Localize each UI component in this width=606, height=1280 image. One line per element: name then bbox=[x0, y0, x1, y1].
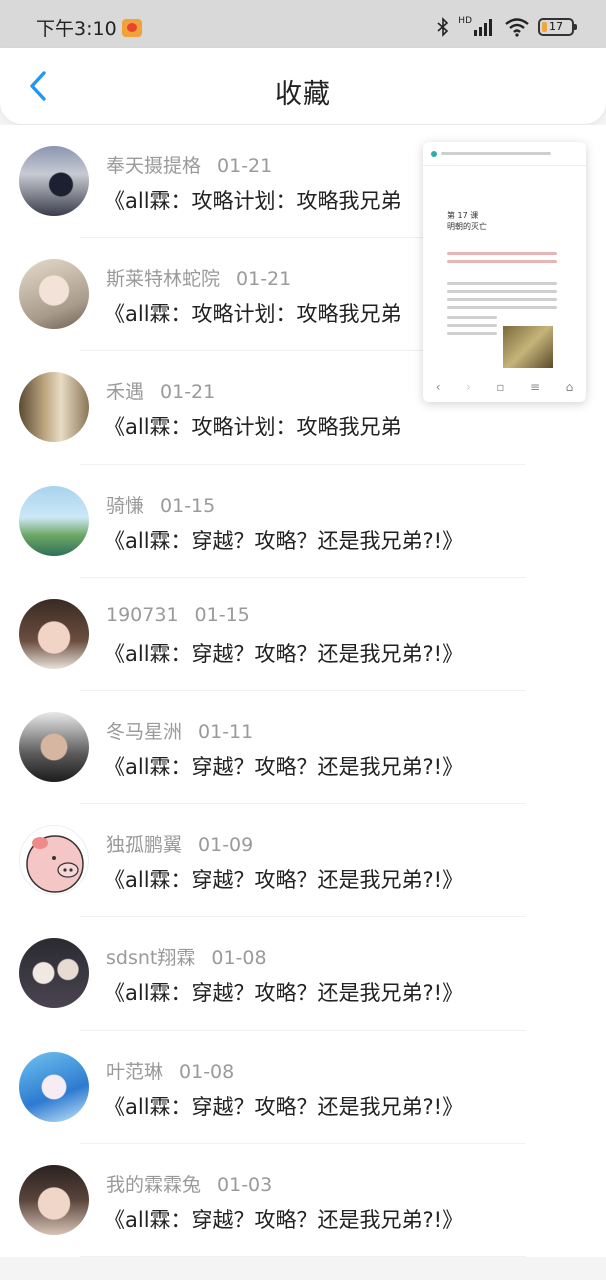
favorite-list-item[interactable]: 骑慊 01-15 《all霖：穿越？攻略？还是我兄弟?!》 bbox=[0, 465, 606, 578]
book-title[interactable]: 《all霖：攻略计划：攻略我兄弟 bbox=[104, 298, 402, 328]
favorite-list-item[interactable]: 我的霖霖兔 01-03 《all霖：穿越？攻略？还是我兄弟?!》 bbox=[0, 1144, 606, 1258]
floating-document-window[interactable]: 第 17 课 明朝的灭亡 ‹ › ▫ ≡ ⌂ bbox=[423, 142, 586, 402]
avatar[interactable] bbox=[19, 485, 89, 556]
avatar[interactable] bbox=[19, 372, 89, 443]
book-title[interactable]: 《all霖：攻略计划：攻略我兄弟 bbox=[104, 411, 402, 441]
mini-text-line bbox=[447, 306, 557, 309]
status-bar: 下午3:10 HD 17 bbox=[0, 0, 606, 48]
avatar[interactable] bbox=[19, 938, 89, 1009]
author-name: 独孤鹏翼 bbox=[106, 834, 183, 857]
author-name: 190731 bbox=[106, 603, 179, 626]
favorite-date: 01-08 bbox=[179, 1060, 235, 1083]
mini-map-image bbox=[503, 326, 553, 368]
favorite-list-item[interactable]: 190731 01-15 《all霖：穿越？攻略？还是我兄弟?!》 bbox=[0, 578, 606, 692]
book-title[interactable]: 《all霖：穿越？攻略？还是我兄弟?!》 bbox=[104, 525, 463, 555]
book-title[interactable]: 《all霖：穿越？攻略？还是我兄弟?!》 bbox=[104, 1091, 463, 1121]
author-name: 斯莱特林蛇院 bbox=[106, 268, 221, 291]
author-name: 冬马星洲 bbox=[106, 720, 183, 743]
favorite-list-item[interactable]: 冬马星洲 01-11 《all霖：穿越？攻略？还是我兄弟?!》 bbox=[0, 691, 606, 805]
book-title[interactable]: 《all霖：穿越？攻略？还是我兄弟?!》 bbox=[104, 1204, 463, 1234]
avatar[interactable] bbox=[19, 146, 89, 216]
status-time: 下午3:10 bbox=[36, 18, 117, 40]
bluetooth-icon bbox=[437, 17, 449, 37]
mini-text-line bbox=[447, 332, 497, 335]
mini-text-line bbox=[447, 298, 557, 301]
battery-cap bbox=[574, 24, 577, 30]
favorite-date: 01-09 bbox=[198, 834, 254, 857]
mini-window-url bbox=[441, 152, 551, 155]
author-line: 190731 01-15 bbox=[106, 604, 250, 626]
author-line: 叶范琳 01-08 bbox=[106, 1057, 234, 1084]
author-name: 我的霖霖兔 bbox=[106, 1173, 202, 1196]
avatar[interactable] bbox=[19, 1164, 89, 1235]
mini-text-line bbox=[447, 324, 497, 327]
author-name: 禾遇 bbox=[106, 381, 145, 404]
favorite-list-item[interactable]: 独孤鹏翼 01-09 《all霖：穿越？攻略？还是我兄弟?!》 bbox=[0, 804, 606, 918]
status-icons: HD 17 bbox=[436, 16, 577, 38]
mini-window-content: 第 17 课 明朝的灭亡 bbox=[423, 166, 586, 372]
author-name: 叶范琳 bbox=[106, 1060, 164, 1083]
mini-window-nav: ‹ › ▫ ≡ ⌂ bbox=[423, 372, 586, 402]
favorite-date: 01-11 bbox=[198, 720, 254, 743]
mini-window-topbar bbox=[423, 142, 586, 166]
author-line: 冬马星洲 01-11 bbox=[106, 717, 253, 744]
signal-icon bbox=[474, 19, 492, 36]
author-line: sdsnt翔霖 01-08 bbox=[106, 943, 267, 970]
avatar[interactable] bbox=[19, 1051, 89, 1122]
home-icon[interactable]: ⌂ bbox=[566, 380, 574, 394]
tabs-icon[interactable]: ▫ bbox=[496, 380, 504, 394]
author-line: 斯莱特林蛇院 01-21 bbox=[106, 264, 291, 291]
avatar[interactable] bbox=[19, 825, 89, 896]
book-title[interactable]: 《all霖：穿越？攻略？还是我兄弟?!》 bbox=[104, 638, 463, 668]
author-line: 骑慊 01-15 bbox=[106, 491, 215, 518]
wifi-icon bbox=[505, 18, 529, 37]
favorite-date: 01-08 bbox=[211, 947, 267, 970]
avatar[interactable] bbox=[19, 598, 89, 669]
author-line: 禾遇 01-21 bbox=[106, 377, 215, 404]
battery-percent: 17 bbox=[549, 20, 563, 33]
favorite-date: 01-21 bbox=[160, 381, 216, 404]
forward-icon[interactable]: › bbox=[466, 380, 471, 394]
favorite-date: 01-15 bbox=[160, 494, 216, 517]
author-name: sdsnt翔霖 bbox=[106, 947, 196, 970]
favorite-date: 01-03 bbox=[217, 1173, 273, 1196]
book-title[interactable]: 《all霖：穿越？攻略？还是我兄弟?!》 bbox=[104, 864, 463, 894]
author-name: 奉天摄提格 bbox=[106, 155, 202, 177]
author-line: 我的霖霖兔 01-03 bbox=[106, 1170, 272, 1197]
book-title[interactable]: 《all霖：攻略计划：攻略我兄弟 bbox=[104, 185, 402, 215]
header: 收藏 bbox=[0, 48, 606, 124]
author-name: 骑慊 bbox=[106, 494, 145, 517]
network-type-label: HD bbox=[458, 16, 472, 26]
back-icon[interactable]: ‹ bbox=[436, 380, 441, 394]
page-title: 收藏 bbox=[275, 79, 331, 110]
battery-icon: 17 bbox=[538, 18, 577, 36]
favorite-date: 01-21 bbox=[236, 268, 292, 291]
mini-text-line bbox=[447, 252, 557, 255]
author-line: 奉天摄提格 01-21 bbox=[106, 151, 272, 178]
book-title[interactable]: 《all霖：穿越？攻略？还是我兄弟?!》 bbox=[104, 751, 463, 781]
mini-lesson-title: 第 17 课 明朝的灭亡 bbox=[447, 211, 487, 231]
mini-window-dot-icon bbox=[431, 150, 437, 157]
author-line: 独孤鹏翼 01-09 bbox=[106, 830, 253, 857]
avatar[interactable] bbox=[19, 259, 89, 330]
favorite-date: 01-15 bbox=[194, 603, 250, 626]
mini-text-line bbox=[447, 282, 557, 285]
mini-text-line bbox=[447, 316, 497, 319]
mini-text-line bbox=[447, 260, 557, 263]
favorite-date: 01-21 bbox=[217, 155, 273, 177]
menu-icon[interactable]: ≡ bbox=[530, 380, 540, 394]
cartoon-pig-icon bbox=[26, 835, 84, 893]
avatar[interactable] bbox=[19, 711, 89, 782]
favorite-list-item[interactable]: 叶范琳 01-08 《all霖：穿越？攻略？还是我兄弟?!》 bbox=[0, 1031, 606, 1144]
mini-text-line bbox=[447, 290, 557, 293]
book-title[interactable]: 《all霖：穿越？攻略？还是我兄弟?!》 bbox=[104, 977, 463, 1007]
favorite-list-item[interactable]: sdsnt翔霖 01-08 《all霖：穿越？攻略？还是我兄弟?!》 bbox=[0, 917, 606, 1031]
notification-app-icon bbox=[122, 19, 142, 37]
